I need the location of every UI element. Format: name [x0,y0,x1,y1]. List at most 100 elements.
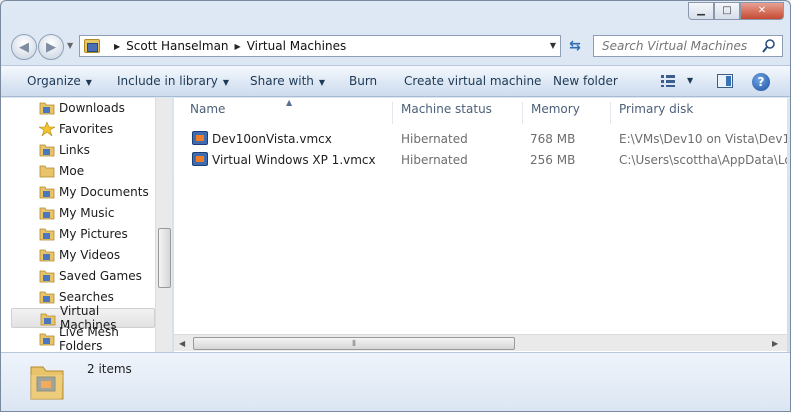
file-row[interactable]: Virtual Windows XP 1.vmcx Hibernated 256… [174,150,787,170]
nav-item-label: Saved Games [59,269,142,283]
file-status: Hibernated [401,153,468,167]
file-name: Dev10onVista.vmcx [212,132,332,146]
nav-scrollbar[interactable] [155,98,172,352]
file-list: Name ▲ Machine status Memory Primary dis… [174,98,787,352]
address-history-dropdown-icon[interactable]: ▼ [550,41,556,50]
nav-item-label: My Documents [59,185,149,199]
nav-item[interactable]: Moe [11,161,155,181]
music-folder-icon [39,207,55,220]
caption-buttons: ▁ □ ✕ [688,2,784,20]
forward-arrow-icon: ▶ [46,39,56,55]
nav-item[interactable]: Downloads [11,98,155,118]
new-folder-button[interactable]: New folder [553,74,618,88]
preview-pane-icon[interactable] [717,74,733,88]
nav-item-label: My Videos [59,248,121,262]
breadcrumb-separator-icon[interactable]: ▶ [114,42,120,51]
refresh-icon: ⇆ [569,38,581,54]
chevron-down-icon: ▼ [222,78,230,87]
sort-ascending-icon: ▲ [286,98,293,107]
pictures-folder-icon [39,228,55,241]
searches-folder-icon [39,291,55,304]
organize-button[interactable]: Organize ▼ [27,74,92,88]
breadcrumb-scott-hanselman[interactable]: Scott Hanselman [126,39,228,53]
organize-label: Organize [27,74,81,88]
file-row[interactable]: Dev10onVista.vmcx Hibernated 768 MB E:\V… [174,129,787,149]
column-header-primary-disk[interactable]: Primary disk [610,102,787,124]
virtual-machine-file-icon [192,131,208,145]
refresh-button[interactable]: ⇆ [563,35,587,57]
file-disk: C:\Users\scottha\AppData\Loca [619,153,787,167]
change-view-icon[interactable] [661,75,675,87]
nav-item-label: Downloads [59,101,125,115]
close-button[interactable]: ✕ [740,2,784,20]
file-disk: E:\VMs\Dev10 on Vista\Dev10on [619,132,787,146]
nav-item-label: Live Mesh Folders [59,325,119,352]
nav-item[interactable]: My Music [11,203,155,223]
nav-item-label: My Pictures [59,227,128,241]
scroll-left-icon[interactable]: ◀ [179,339,185,348]
column-header-memory[interactable]: Memory [522,102,612,124]
include-in-library-button[interactable]: Include in library ▼ [117,74,229,88]
search-box[interactable] [593,35,783,57]
search-input[interactable] [602,39,762,53]
help-icon[interactable]: ? [752,73,770,91]
virtual-machines-folder-large-icon [30,366,64,400]
back-button[interactable]: ◀ [11,34,37,60]
item-count: 2 items [87,362,132,376]
include-in-library-label: Include in library [117,74,218,88]
file-memory: 256 MB [530,153,576,167]
nav-item[interactable]: My Pictures [11,224,155,244]
column-header-machine-status[interactable]: Machine status [392,102,524,124]
breadcrumb-virtual-machines[interactable]: Virtual Machines [247,39,347,53]
folder-location-icon [84,39,100,53]
create-virtual-machine-button[interactable]: Create virtual machine [404,74,541,88]
nav-scroll-thumb[interactable] [158,228,171,288]
scroll-right-icon[interactable]: ▶ [772,339,778,348]
live-mesh-folder-icon [39,333,55,346]
downloads-folder-icon [39,102,55,115]
nav-item-label: Links [59,143,90,157]
minimize-button[interactable]: ▁ [688,2,714,20]
explorer-window: ▁ □ ✕ ◀ ▶ ▼ ▶ Scott Hanselman ▶ Virtual … [0,0,791,412]
chevron-down-icon: ▼ [85,78,92,87]
folder-icon [39,165,55,178]
view-options-dropdown-icon[interactable]: ▼ [687,76,693,85]
navigation-pane: Downloads Favorites Links Moe My Documents My… [1,98,173,352]
videos-folder-icon [39,249,55,262]
share-with-button[interactable]: Share with ▼ [250,74,325,88]
nav-item-label: Favorites [59,122,114,136]
nav-item[interactable]: Favorites [11,119,155,139]
links-folder-icon [39,144,55,157]
breadcrumb-separator-icon[interactable]: ▶ [235,42,241,51]
nav-item[interactable]: Saved Games [11,266,155,286]
nav-item-label: Searches [59,290,114,304]
search-icon[interactable] [762,38,776,54]
forward-button[interactable]: ▶ [38,34,64,60]
recent-pages-dropdown-icon[interactable]: ▼ [67,41,73,50]
file-status: Hibernated [401,132,468,146]
nav-item[interactable]: Links [11,140,155,160]
details-pane: 2 items [1,352,790,411]
nav-item-label: Moe [59,164,85,178]
saved-games-folder-icon [39,270,55,283]
virtual-machine-file-icon [192,152,208,166]
chevron-down-icon: ▼ [318,78,326,87]
share-with-label: Share with [250,74,314,88]
nav-item[interactable]: My Videos [11,245,155,265]
horizontal-scroll-thumb[interactable]: ⦀ [193,337,515,350]
nav-item[interactable]: My Documents [11,182,155,202]
file-name: Virtual Windows XP 1.vmcx [212,153,376,167]
burn-button[interactable]: Burn [349,74,377,88]
documents-folder-icon [39,186,55,199]
nav-item[interactable]: Live Mesh Folders [11,325,155,352]
file-memory: 768 MB [530,132,576,146]
address-row: ◀ ▶ ▼ ▶ Scott Hanselman ▶ Virtual Machin… [1,29,790,63]
horizontal-scrollbar[interactable]: ◀ ⦀ ▶ [174,334,787,351]
back-arrow-icon: ◀ [19,39,29,55]
nav-item-label: My Music [59,206,115,220]
maximize-button[interactable]: □ [714,2,740,20]
favorites-star-icon [39,122,55,136]
virtual-machines-folder-icon [40,313,56,326]
address-bar[interactable]: ▶ Scott Hanselman ▶ Virtual Machines ▼ [79,35,561,57]
command-bar: Organize ▼ Include in library ▼ Share with… [1,65,790,97]
